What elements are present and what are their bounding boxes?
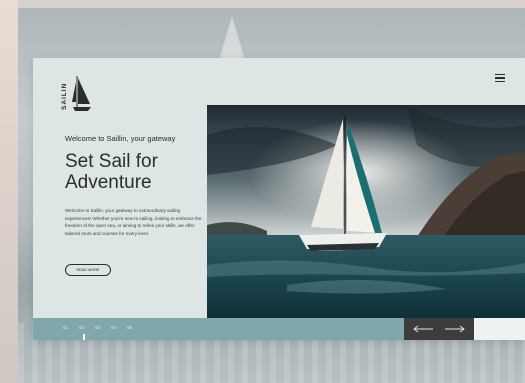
hero-text: Welcome to Saillin, your gateway Set Sai… bbox=[65, 134, 215, 242]
slide-pager-bar: 01 02 03 04 05 bbox=[33, 318, 404, 340]
read-more-button[interactable]: READ MORE bbox=[65, 264, 111, 276]
menu-button[interactable] bbox=[495, 74, 505, 83]
welcome-text: Welcome to Saillin, your gateway bbox=[65, 134, 176, 143]
hero-card: SAILIN Welcome to Saillin, your gateway … bbox=[33, 58, 525, 340]
pager-item[interactable]: 02 bbox=[79, 325, 89, 330]
sailboat-photo bbox=[207, 105, 525, 318]
slide-pager: 01 02 03 04 05 bbox=[63, 325, 137, 330]
title-line-2: Adventure bbox=[65, 172, 152, 193]
title-line-1: Set Sail for bbox=[65, 151, 158, 172]
background-left-strip bbox=[0, 0, 18, 383]
pager-item[interactable]: 05 bbox=[127, 325, 137, 330]
page-title: Set Sail for Adventure bbox=[65, 151, 215, 193]
arrow-right-icon[interactable] bbox=[444, 324, 466, 334]
hamburger-icon bbox=[495, 74, 505, 76]
brand-logo[interactable]: SAILIN bbox=[61, 74, 93, 118]
background-sail bbox=[218, 16, 246, 64]
pager-item[interactable]: 04 bbox=[111, 325, 121, 330]
pager-item[interactable]: 03 bbox=[95, 325, 105, 330]
pager-active-indicator bbox=[83, 334, 85, 340]
hero-description: Welcome to Saillin, your gateway to extr… bbox=[65, 208, 202, 236]
pager-item[interactable]: 01 bbox=[63, 325, 73, 330]
brand-name: SAILIN bbox=[61, 82, 68, 110]
corner-panel bbox=[474, 318, 525, 340]
sailboat-logo-icon bbox=[72, 76, 91, 111]
arrow-left-icon[interactable] bbox=[412, 324, 434, 334]
slide-nav bbox=[404, 318, 474, 340]
hero-sailboat-image bbox=[207, 105, 525, 318]
